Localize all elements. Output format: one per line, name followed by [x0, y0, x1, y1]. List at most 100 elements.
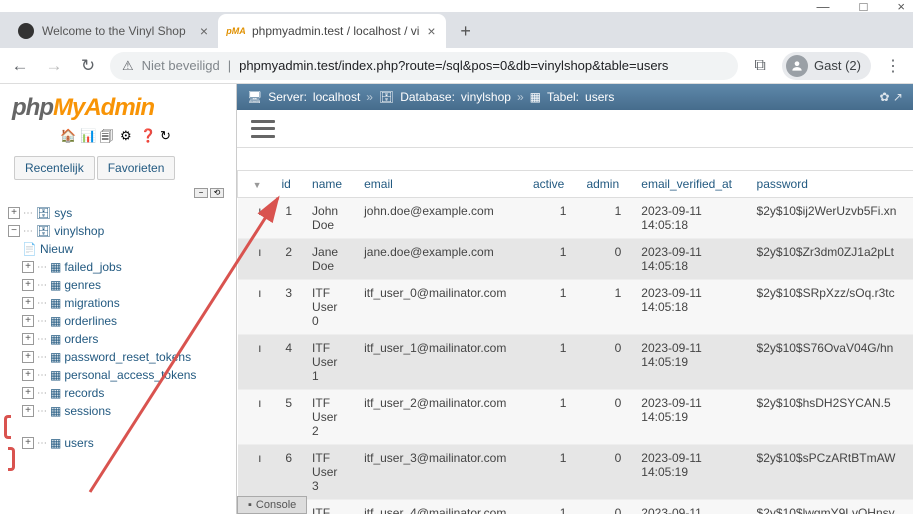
col-id[interactable]: id — [272, 171, 303, 198]
browser-menu-button[interactable]: ⋮ — [881, 54, 905, 78]
collapse-icon[interactable]: − — [194, 188, 208, 198]
tree-db-sys[interactable]: +⋯🗄sys — [8, 204, 228, 222]
tree-new[interactable]: 📄Nieuw — [8, 240, 228, 258]
expand-icon[interactable]: + — [22, 333, 34, 345]
phpmyadmin-logo[interactable]: phpMyAdmin — [0, 84, 236, 126]
expand-icon[interactable]: + — [22, 405, 34, 417]
close-icon[interactable]: × — [200, 23, 208, 39]
address-bar[interactable]: ⚠ Niet beveiligd | phpmyadmin.test/index… — [110, 52, 738, 80]
browser-tab-phpmyadmin[interactable]: pMA phpmyadmin.test / localhost / vi × — [218, 14, 446, 48]
gear-icon[interactable]: ✿ ↗ — [880, 90, 903, 104]
row-handle[interactable]: ı — [238, 198, 272, 239]
console-label: Console — [256, 499, 296, 511]
browser-tab-vinylshop[interactable]: Welcome to the Vinyl Shop × — [8, 14, 218, 48]
tree-table-sessions[interactable]: +⋯▦sessions — [8, 402, 228, 420]
expand-icon[interactable]: + — [22, 387, 34, 399]
menu-toggle-button[interactable] — [251, 120, 275, 138]
col-password[interactable]: password — [747, 171, 913, 198]
logo-part-myadmin: MyAdmin — [53, 94, 154, 121]
window-close[interactable]: × — [897, 0, 905, 14]
url-text: phpmyadmin.test/index.php?route=/sql&pos… — [239, 58, 668, 73]
expand-icon[interactable]: + — [22, 261, 34, 273]
profile-chip[interactable]: Gast (2) — [782, 52, 871, 80]
table-row[interactable]: ı2Jane Doejane.doe@example.com102023-09-… — [238, 239, 913, 280]
row-handle[interactable]: ı — [238, 445, 272, 500]
col-email[interactable]: email — [354, 171, 523, 198]
expand-icon[interactable]: + — [22, 297, 34, 309]
help-icon[interactable]: ❓ — [140, 128, 156, 144]
forward-button[interactable]: → — [42, 54, 66, 78]
window-minimize[interactable]: — — [817, 0, 830, 14]
favicon-icon — [18, 23, 34, 39]
table-row[interactable]: ı3ITF User 0itf_user_0@mailinator.com112… — [238, 280, 913, 335]
expand-icon[interactable]: + — [22, 315, 34, 327]
reload-icon[interactable]: ↻ — [160, 128, 176, 144]
cell-verified: 2023-09-11 14:05:18 — [631, 280, 746, 335]
insecure-icon: ⚠ — [122, 58, 134, 74]
tree-label: personal_access_tokens — [64, 368, 196, 382]
tree-table-failed-jobs[interactable]: +⋯▦failed_jobs — [8, 258, 228, 276]
tree-db-vinylshop[interactable]: −⋯🗄vinylshop — [8, 222, 228, 240]
reload-button[interactable]: ↻ — [76, 54, 100, 78]
tree-label: orders — [64, 332, 98, 346]
crumb-db-link[interactable]: vinylshop — [461, 90, 511, 104]
database-icon: 🗄 — [379, 90, 394, 104]
console-toggle[interactable]: ▪Console — [237, 496, 307, 514]
expand-icon[interactable]: + — [22, 369, 34, 381]
tree-label: vinylshop — [54, 224, 104, 238]
tree-table-orders[interactable]: +⋯▦orders — [8, 330, 228, 348]
row-handle[interactable]: ı — [238, 335, 272, 390]
new-tab-button[interactable]: + — [452, 17, 480, 45]
cell-admin: 0 — [576, 239, 631, 280]
tree-table-personal-access-tokens[interactable]: +⋯▦personal_access_tokens — [8, 366, 228, 384]
tab-favorites[interactable]: Favorieten — [97, 156, 176, 180]
tree-table-migrations[interactable]: +⋯▦migrations — [8, 294, 228, 312]
tree-table-orderlines[interactable]: +⋯▦orderlines — [8, 312, 228, 330]
row-handle[interactable]: ı — [238, 390, 272, 445]
separator: | — [228, 58, 231, 73]
cell-active: 1 — [523, 500, 576, 514]
tree-table-records[interactable]: +⋯▦records — [8, 384, 228, 402]
col-active[interactable]: active — [523, 171, 576, 198]
home-icon[interactable]: 🏠 — [60, 128, 76, 144]
docs-icon[interactable]: 🗐 — [100, 128, 116, 144]
crumb-server-link[interactable]: localhost — [313, 90, 360, 104]
avatar-icon — [786, 55, 808, 77]
expand-icon[interactable]: + — [8, 207, 20, 219]
collapse-icon[interactable]: − — [8, 225, 20, 237]
col-name[interactable]: name — [302, 171, 354, 198]
table-row[interactable]: ı5ITF User 2itf_user_2@mailinator.com102… — [238, 390, 913, 445]
cell-email: john.doe@example.com — [354, 198, 523, 239]
install-icon[interactable]: ⧉ — [748, 54, 772, 78]
row-handle[interactable]: ı — [238, 239, 272, 280]
sql-icon[interactable]: 📊 — [80, 128, 96, 144]
expand-icon[interactable]: + — [22, 437, 34, 449]
col-row-actions[interactable]: ▼ — [238, 171, 272, 198]
tree-table-genres[interactable]: +⋯▦genres — [8, 276, 228, 294]
tree-label: sessions — [64, 404, 111, 418]
tree-table-password-reset-tokens[interactable]: +⋯▦password_reset_tokens — [8, 348, 228, 366]
link-icon[interactable]: ⟲ — [210, 188, 224, 198]
expand-icon[interactable]: + — [22, 279, 34, 291]
table-row[interactable]: ı6ITF User 3itf_user_3@mailinator.com102… — [238, 445, 913, 500]
cell-name: John Doe — [302, 198, 354, 239]
col-admin[interactable]: admin — [576, 171, 631, 198]
table-row[interactable]: ı1John Doejohn.doe@example.com112023-09-… — [238, 198, 913, 239]
close-icon[interactable]: × — [427, 23, 435, 39]
back-button[interactable]: ← — [8, 54, 32, 78]
tree-label: orderlines — [64, 314, 117, 328]
settings-icon[interactable]: ⚙ — [120, 128, 136, 144]
col-email_verified_at[interactable]: email_verified_at — [631, 171, 746, 198]
tree-label: migrations — [64, 296, 119, 310]
tree-table-users[interactable]: +⋯▦users — [8, 434, 228, 452]
window-maximize[interactable]: □ — [860, 0, 868, 14]
table-row[interactable]: ı4ITF User 1itf_user_1@mailinator.com102… — [238, 335, 913, 390]
row-handle[interactable]: ı — [238, 280, 272, 335]
cell-password: $2y$10$SRpXzz/sOq.r3tc — [747, 280, 913, 335]
table-icon: ▦ — [50, 386, 61, 400]
table-row[interactable]: ı7ITF User 4itf_user_4@mailinator.com102… — [238, 500, 913, 514]
tab-recent[interactable]: Recentelijk — [14, 156, 95, 180]
crumb-table-link[interactable]: users — [585, 90, 614, 104]
cell-admin: 0 — [576, 335, 631, 390]
expand-icon[interactable]: + — [22, 351, 34, 363]
